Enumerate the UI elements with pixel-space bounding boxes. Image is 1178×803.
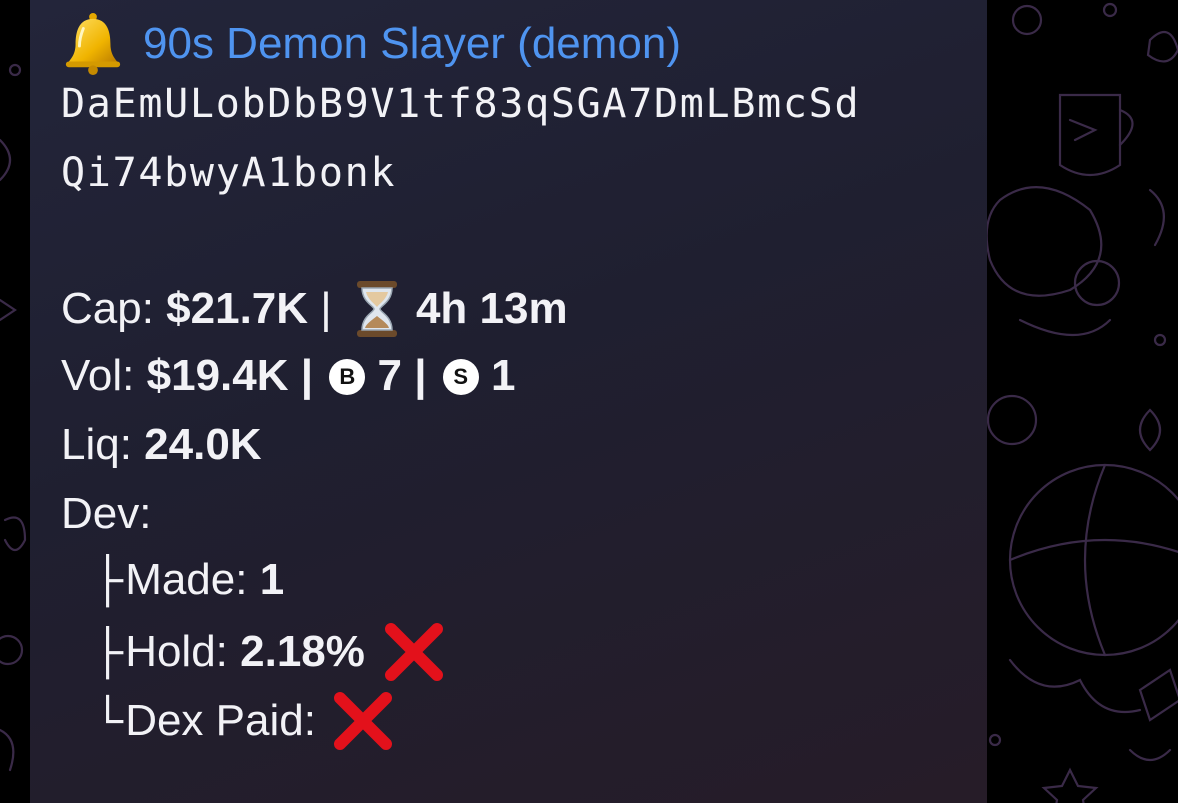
dev-label: Dev: <box>61 489 152 538</box>
message-bubble: 90s Demon Slayer (demon) DaEmULobDbB9V1t… <box>30 0 987 803</box>
vol-separator-1: | <box>288 351 326 400</box>
buys-badge-icon: B <box>329 359 366 395</box>
token-address-line-2[interactable]: Qi74bwyA1bonk <box>61 145 396 201</box>
dev-made-value: 1 <box>259 555 285 604</box>
cap-age-value: 4h 13m <box>415 284 568 333</box>
dev-dex-paid-row: └ Dex Paid: <box>92 690 394 752</box>
red-cross-icon <box>384 623 443 681</box>
sells-badge-icon: S <box>442 359 479 395</box>
vol-separator-2: | <box>401 351 439 400</box>
red-cross-icon <box>334 692 393 750</box>
tree-branch: ├ <box>92 554 124 605</box>
liq-row: Liq: 24.0K <box>61 417 262 473</box>
cap-label: Cap: <box>61 284 167 333</box>
vol-row: Vol: $19.4K | B 7 | S 1 <box>61 348 515 404</box>
dev-hold-row: ├ Hold: 2.18% <box>92 621 445 683</box>
tree-corner: └ <box>92 695 124 746</box>
liq-label: Liq: <box>61 420 145 469</box>
dev-hold-label: Hold: <box>125 627 241 676</box>
dev-dex-paid-label: Dex Paid: <box>125 696 329 745</box>
dev-made-row: ├ Made: 1 <box>92 552 284 608</box>
bell-icon <box>65 13 121 75</box>
vol-label: Vol: <box>61 351 147 400</box>
cap-separator: | <box>308 284 344 333</box>
hourglass-icon <box>356 281 397 337</box>
sells-count: 1 <box>478 351 516 400</box>
liq-value: 24.0K <box>144 420 262 469</box>
token-title[interactable]: 90s Demon Slayer (demon) <box>61 13 681 75</box>
tree-branch: ├ <box>92 626 124 677</box>
token-title-link[interactable]: 90s Demon Slayer (demon) <box>143 16 681 72</box>
vol-value: $19.4K <box>146 351 289 400</box>
cap-value: $21.7K <box>166 284 309 333</box>
dev-made-label: Made: <box>125 555 260 604</box>
dev-hold-value: 2.18% <box>240 627 365 676</box>
cap-row: Cap: $21.7K | 4h 13m <box>61 280 568 338</box>
token-address-line-1[interactable]: DaEmULobDbB9V1tf83qSGA7DmLBmcSd <box>61 76 860 132</box>
buys-count: 7 <box>365 351 402 400</box>
